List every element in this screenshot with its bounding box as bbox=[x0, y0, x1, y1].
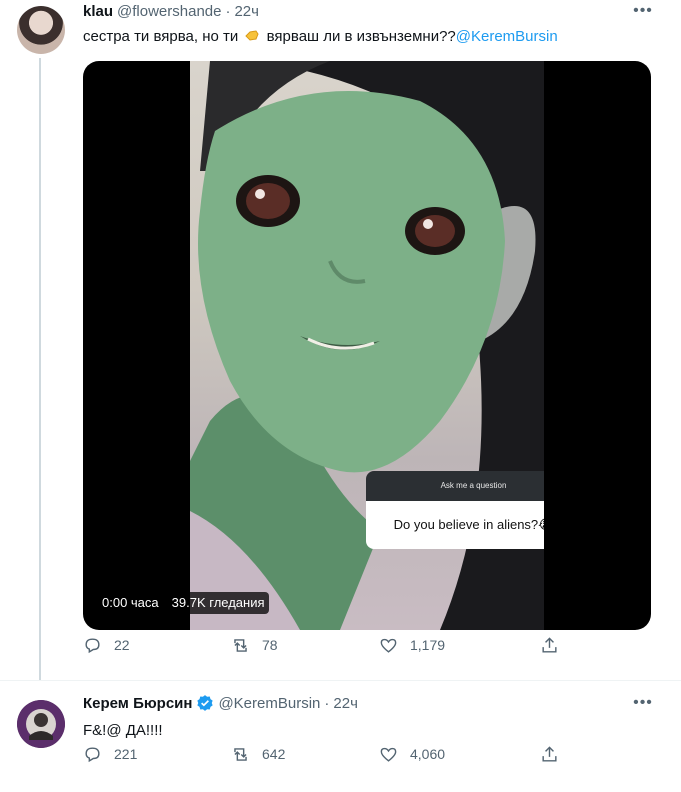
share-button[interactable] bbox=[540, 745, 559, 764]
question-sticker: Ask me a question Do you believe in alie… bbox=[366, 471, 544, 549]
thread-line bbox=[39, 58, 41, 680]
heart-icon bbox=[380, 638, 397, 653]
reply-icon bbox=[85, 637, 100, 653]
heart-icon bbox=[380, 747, 397, 762]
avatar-klau[interactable] bbox=[17, 6, 65, 54]
timestamp[interactable]: 22ч bbox=[333, 695, 358, 712]
share-icon bbox=[542, 745, 557, 762]
like-button[interactable]: 1,179 bbox=[379, 636, 445, 655]
user-handle[interactable]: @flowershande bbox=[117, 3, 221, 20]
display-name[interactable]: klau bbox=[83, 3, 113, 20]
question-sticker-header: Ask me a question bbox=[366, 471, 544, 501]
more-dots-icon[interactable]: ••• bbox=[633, 3, 653, 25]
separator: · bbox=[225, 3, 231, 20]
tweet-klau[interactable]: klau @flowershande · 22ч ••• сестра ти в… bbox=[0, 0, 681, 680]
video-frame: Ask me a question Do you believe in alie… bbox=[190, 61, 544, 630]
reply-icon bbox=[85, 746, 100, 762]
video-views: 39.7K гледания bbox=[167, 592, 269, 614]
hand-emoji-icon bbox=[245, 30, 260, 41]
verified-badge-icon bbox=[197, 695, 214, 711]
share-button[interactable] bbox=[540, 636, 559, 655]
question-sticker-text: Do you believe in aliens?😭 bbox=[366, 501, 544, 549]
like-count: 1,179 bbox=[410, 637, 446, 653]
user-handle[interactable]: @KeremBursin bbox=[218, 695, 320, 712]
reply-button[interactable]: 22 bbox=[83, 636, 130, 655]
tweet-text: F&!@ ДА!!!! bbox=[83, 722, 163, 739]
avatar-kerem[interactable] bbox=[17, 700, 65, 748]
reply-count: 22 bbox=[114, 637, 130, 653]
retweet-button[interactable]: 642 bbox=[231, 745, 285, 764]
retweet-icon bbox=[234, 747, 247, 761]
share-icon bbox=[542, 636, 557, 653]
video-info: 0:00 часа 39.7K гледания bbox=[99, 592, 269, 614]
tweet-header: Керем Бюрсин @KeremBursin · 22ч bbox=[83, 694, 358, 712]
video-player[interactable]: Ask me a question Do you believe in alie… bbox=[83, 61, 651, 630]
reply-count: 221 bbox=[114, 746, 138, 762]
like-count: 4,060 bbox=[410, 746, 446, 762]
mention-link[interactable]: @KeremBursin bbox=[456, 28, 558, 45]
retweet-icon bbox=[234, 638, 247, 652]
reply-button[interactable]: 221 bbox=[83, 745, 137, 764]
retweet-button[interactable]: 78 bbox=[231, 636, 278, 655]
tweet-text: сестра ти вярва, но ти вярваш ли в извън… bbox=[83, 27, 558, 47]
retweet-count: 642 bbox=[262, 746, 286, 762]
tweet-text-part: сестра ти вярва, но ти bbox=[83, 28, 239, 45]
more-dots-icon[interactable]: ••• bbox=[633, 695, 653, 717]
avatar-image bbox=[17, 700, 65, 748]
display-name[interactable]: Керем Бюрсин bbox=[83, 695, 192, 712]
timestamp[interactable]: 22ч bbox=[234, 3, 259, 20]
tweet-header: klau @flowershande · 22ч bbox=[83, 3, 259, 20]
retweet-count: 78 bbox=[262, 637, 278, 653]
video-time: 0:00 часа bbox=[102, 595, 159, 610]
separator: · bbox=[324, 694, 330, 712]
like-button[interactable]: 4,060 bbox=[379, 745, 445, 764]
tweet-text-part: вярваш ли в извънземни?? bbox=[266, 28, 456, 45]
